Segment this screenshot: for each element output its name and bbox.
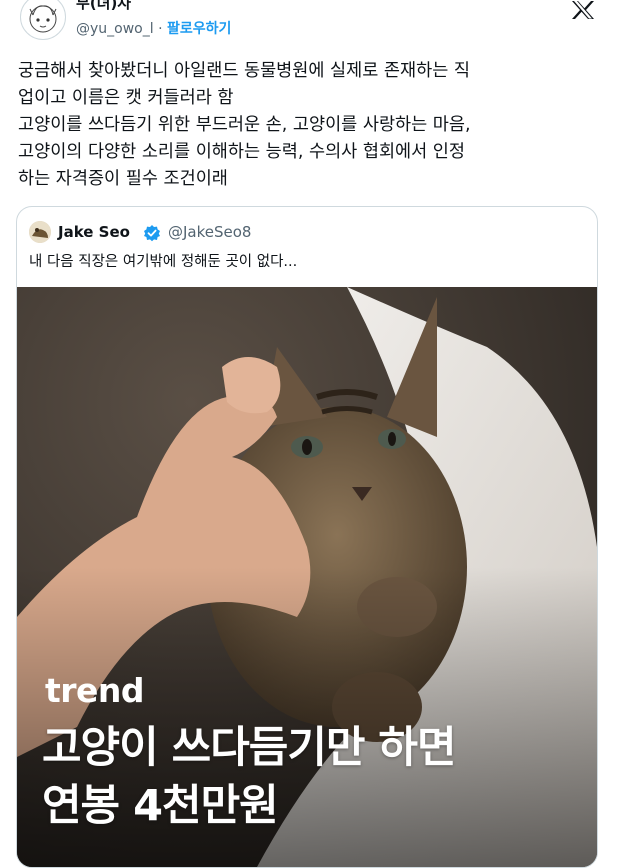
separator-dot: · xyxy=(158,21,163,37)
media-headline: 고양이 쓰다듬기만 하면 연봉 4천만원 xyxy=(42,719,457,835)
quoted-tweet-card[interactable]: Jake Seo @JakeSeo8 내 다음 직장은 여기밖에 정해둔 곳이 … xyxy=(16,206,598,868)
quoted-author-handle[interactable]: @JakeSeo8 xyxy=(168,222,251,242)
quoted-author-avatar[interactable] xyxy=(29,221,51,243)
follow-button[interactable]: 팔로우하기 xyxy=(167,21,231,37)
media-headline-line1: 고양이 쓰다듬기만 하면 xyxy=(42,723,457,773)
author-handle-row: @yu_owo_l · 팔로우하기 xyxy=(76,19,231,39)
author-avatar[interactable] xyxy=(20,0,66,40)
media-tag: trend xyxy=(45,671,145,710)
x-logo-icon[interactable] xyxy=(570,0,596,20)
verified-badge-icon xyxy=(143,224,161,242)
media-headline-line2: 연봉 4천만원 xyxy=(42,781,279,831)
quoted-author-name[interactable]: Jake Seo xyxy=(58,222,130,242)
quoted-media-image[interactable]: trend 고양이 쓰다듬기만 하면 연봉 4천만원 xyxy=(17,287,597,867)
author-handle[interactable]: @yu_owo_l xyxy=(76,21,154,37)
author-display-name[interactable]: 무(녀)사 xyxy=(76,0,131,12)
tweet-text: 궁금해서 찾아봤더니 아일랜드 동물병원에 실제로 존재하는 직 업이고 이름은… xyxy=(18,61,471,189)
quoted-tweet-text: 내 다음 직장은 여기밖에 정해둔 곳이 없다... xyxy=(29,254,298,270)
